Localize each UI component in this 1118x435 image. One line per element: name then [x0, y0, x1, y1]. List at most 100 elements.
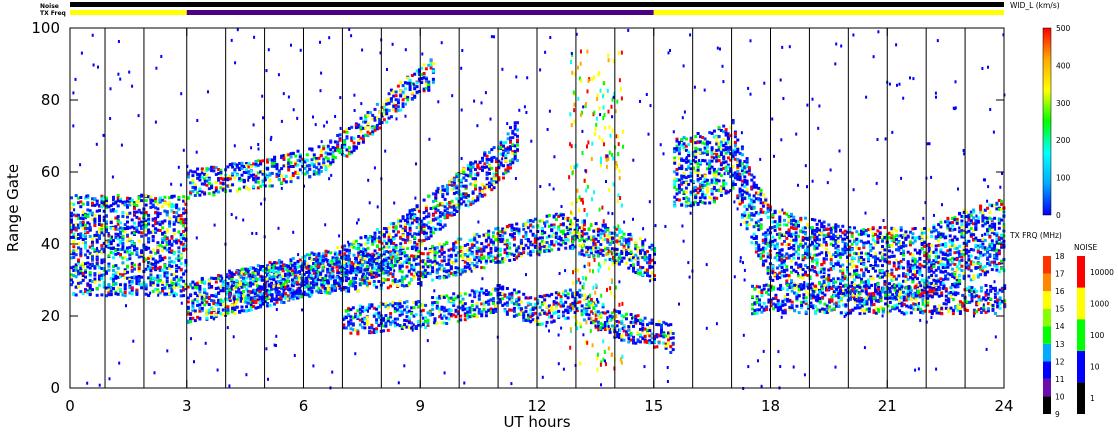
echo-pixel — [509, 126, 512, 130]
echo-pixel — [212, 169, 216, 173]
echo-pixel — [506, 132, 510, 136]
echo-pixel — [175, 211, 179, 215]
echo-pixel — [474, 184, 477, 188]
echo-pixel — [373, 231, 377, 235]
echo-pixel — [474, 177, 477, 181]
echo-pixel — [431, 62, 435, 66]
echo-pixel — [364, 126, 368, 130]
echo-pixel — [119, 253, 122, 257]
echo-pixel — [375, 285, 379, 289]
echo-pixel — [137, 239, 141, 243]
echo-pixel — [121, 245, 125, 249]
echo-pixel — [221, 289, 225, 293]
echo-pixel — [77, 258, 80, 262]
echo-pixel — [74, 194, 78, 198]
echo-pixel — [140, 286, 144, 290]
echo-pixel — [239, 297, 243, 300]
echo-pixel — [489, 247, 493, 250]
echo-pixel — [470, 299, 474, 303]
echo-pixel — [168, 216, 172, 220]
echo-pixel — [359, 243, 363, 247]
echo-pixel — [207, 192, 211, 196]
echo-pixel — [424, 206, 428, 210]
echo-pixel — [508, 242, 512, 246]
echo-pixel — [170, 236, 174, 240]
echo-pixel — [435, 246, 439, 250]
echo-pixel — [424, 231, 428, 235]
echo-pixel — [126, 220, 129, 224]
echo-pixel — [130, 280, 134, 283]
echo-pixel — [335, 275, 339, 279]
echo-pixel — [533, 240, 537, 244]
echo-pixel — [233, 176, 237, 180]
echo-pixel — [326, 267, 330, 271]
echo-pixel — [461, 297, 465, 301]
echo-pixel — [492, 186, 496, 190]
echo-pixel — [452, 213, 456, 216]
echo-pixel — [294, 154, 298, 158]
echo-pixel — [289, 180, 293, 184]
echo-pixel — [531, 225, 535, 229]
echo-pixel — [79, 247, 83, 251]
echo-pixel — [578, 244, 582, 247]
echo-pixel — [639, 237, 642, 241]
echo-pixel — [421, 323, 425, 326]
echo-pixel — [287, 158, 291, 162]
echo-pixel — [165, 210, 169, 214]
echo-pixel — [585, 232, 589, 236]
echo-pixel — [126, 264, 129, 268]
echo-pixel — [354, 145, 358, 149]
echo-pixel — [267, 265, 271, 269]
echo-pixel — [135, 204, 139, 207]
echo-pixel — [324, 253, 328, 257]
echo-pixel — [200, 277, 204, 281]
echo-pixel — [182, 279, 186, 283]
echo-pixel — [84, 253, 87, 257]
echo-pixel — [322, 161, 326, 165]
echo-pixel — [107, 264, 111, 268]
echo-pixel — [417, 300, 421, 304]
echo-pixel — [282, 301, 286, 304]
echo-pixel — [408, 240, 412, 244]
echo-pixel — [627, 266, 631, 270]
echo-pixel — [140, 193, 144, 197]
echo-pixel — [149, 273, 153, 277]
echo-pixel — [502, 164, 505, 168]
echo-pixel — [268, 179, 272, 183]
echo-pixel — [399, 81, 403, 84]
echo-pixel — [464, 184, 468, 188]
echo-pixel — [349, 331, 353, 335]
echo-pixel — [123, 230, 127, 234]
echo-pixel — [289, 176, 293, 180]
echo-pixel — [519, 238, 523, 242]
echo-pixel — [151, 239, 155, 243]
echo-pixel — [347, 255, 351, 259]
echo-pixel — [284, 174, 288, 178]
echo-pixel — [415, 85, 419, 89]
echo-pixel — [84, 270, 87, 274]
echo-pixel — [610, 236, 614, 240]
echo-pixel — [516, 128, 519, 132]
echo-pixel — [431, 69, 435, 73]
echo-pixel — [337, 260, 341, 264]
echo-pixel — [403, 87, 407, 91]
echo-pixel — [427, 80, 431, 84]
echo-pixel — [249, 165, 253, 169]
echo-pixel — [490, 166, 494, 170]
echo-pixel — [413, 72, 417, 76]
echo-pixel — [238, 187, 242, 191]
echo-pixel — [538, 247, 542, 251]
echo-pixel — [315, 282, 319, 286]
echo-pixel — [205, 174, 209, 177]
echo-pixel — [116, 194, 120, 197]
echo-pixel — [179, 254, 183, 258]
echo-pixel — [473, 295, 477, 299]
echo-pixel — [468, 258, 472, 261]
echo-pixel — [399, 242, 403, 246]
echo-pixel — [561, 222, 565, 226]
echo-pixel — [365, 265, 369, 268]
echo-pixel — [161, 249, 165, 253]
echo-pixel — [410, 272, 414, 276]
echo-pixel — [622, 256, 626, 260]
echo-pixel — [177, 230, 181, 234]
